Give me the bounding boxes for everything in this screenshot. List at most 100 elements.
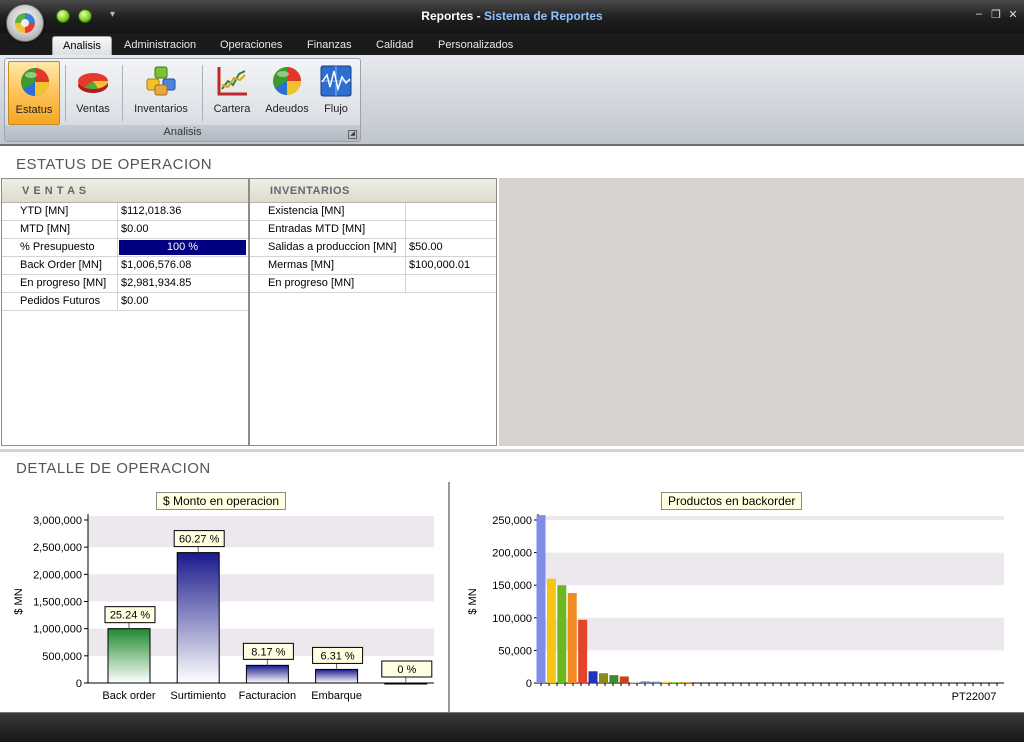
ventas-row-label: YTD [MN] [2,203,118,220]
bar [107,628,151,684]
bar [619,676,629,683]
status-section-title: ESTATUS DE OPERACION [16,156,213,173]
close-button[interactable]: ✕ [1006,8,1020,21]
backorder-chart: 0 50,000 100,000 150,000 200,000 250,000 $ MN P… [467,514,1004,703]
data-label: 8.17 % [251,646,285,658]
cartera-button[interactable]: Cartera [208,61,256,125]
grid-band [538,552,1004,586]
ventas-row-label: % Presupuesto [2,239,118,256]
adeudos-button[interactable]: Adeudos [262,61,312,125]
y-tick-label: 0 [76,678,82,690]
bar [245,664,289,684]
x-tick-label: Facturacion [239,690,296,702]
pie-chart-icon [78,73,108,93]
x-tick-label: Back order [102,690,156,702]
ribbon-separator [202,65,203,121]
restore-button[interactable]: ❐ [989,8,1003,21]
inventarios-header: INVENTARIOS [250,179,496,203]
app-subtitle: Sistema de Reportes [483,9,603,23]
bar [598,673,608,683]
bar [671,682,681,684]
y-tick-label: 0 [526,678,532,690]
ventas-row-value: $0.00 [121,295,149,307]
ventas-row-label: En progreso [MN] [2,275,118,292]
data-label: 60.27 % [179,534,220,546]
ventas-row: Back Order [MN] $1,006,576.08 [2,257,248,275]
ribbon: Estatus Ventas Inventarios Cartera Adeud… [0,55,1024,146]
inventarios-row-label: Salidas a produccion [MN] [250,239,406,256]
data-label: 0 % [397,664,416,676]
bar [630,681,640,683]
grid-band [88,520,434,548]
grid-band [538,617,1004,651]
y-axis-title: $ MN [467,588,479,614]
y-tick-label: 150,000 [492,580,532,592]
tab-operaciones[interactable]: Operaciones [210,36,292,55]
window-title: Reportes - Sistema de Reportes [0,9,1024,23]
tab-analisis[interactable]: Analisis [52,36,112,55]
y-tick-label: 3,000,000 [33,515,82,527]
bar [609,675,619,683]
bar [682,682,692,684]
inventarios-row-value: $50.00 [409,241,443,253]
dialog-launcher-icon[interactable]: ◢ [348,130,357,139]
ventas-row-value: $2,981,934.85 [121,277,192,289]
inventarios-row: Existencia [MN] [250,203,496,221]
grid-band [88,516,434,520]
flujo-button[interactable]: Flujo [316,61,356,125]
ribbon-tab-bar: Analisis Administracion Operaciones Fina… [0,33,1024,55]
bar [546,578,556,683]
tab-administracion[interactable]: Administracion [114,36,206,55]
ventas-row-value: $1,006,576.08 [121,259,192,271]
minimize-button[interactable]: – [972,8,986,20]
title-bar: ▾ Reportes - Sistema de Reportes – ❐ ✕ [0,0,1024,33]
inventarios-row-value [406,221,496,238]
section-divider [0,449,1024,452]
x-tick-label: Embarque [311,690,362,702]
inventarios-row-value [406,275,496,292]
tab-calidad[interactable]: Calidad [366,36,423,55]
flujo-label: Flujo [324,103,348,115]
y-tick-label: 100,000 [492,613,532,625]
inventarios-row-label: Entradas MTD [MN] [250,221,406,238]
inventarios-row-label: En progreso [MN] [250,275,406,292]
adeudos-label: Adeudos [265,103,309,115]
estatus-button[interactable]: Estatus [8,61,60,125]
inventarios-row: Salidas a produccion [MN] $50.00 [250,239,496,257]
inventarios-row: Entradas MTD [MN] [250,221,496,239]
ventas-row-value: $0.00 [121,223,149,235]
pie-globe-icon [273,67,301,95]
ventas-row: MTD [MN] $0.00 [2,221,248,239]
bar [176,552,220,684]
ventas-row: % Presupuesto 100 % [2,239,248,257]
bar [651,681,661,683]
ribbon-group-label: Analisis [5,125,360,141]
backorder-chart-panel: Productos en backorder 0 50,000 100,000 150… [450,482,1024,712]
bar [661,681,671,683]
data-label: 6.31 % [320,650,354,662]
app-name: Reportes [421,9,474,23]
budget-progress-bar: 100 % [119,240,246,255]
y-tick-label: 2,500,000 [33,542,82,554]
bar [567,593,577,683]
application-menu-button[interactable] [6,4,44,42]
inventarios-button[interactable]: Inventarios [129,61,193,125]
inventarios-panel: INVENTARIOS Existencia [MN] Entradas MTD… [249,178,497,446]
tab-finanzas[interactable]: Finanzas [297,36,362,55]
ventas-row: YTD [MN] $112,018.36 [2,203,248,221]
y-tick-label: 250,000 [492,515,532,527]
ventas-label: Ventas [76,103,110,115]
pie-globe-icon [21,68,49,96]
inventarios-row-label: Mermas [MN] [250,257,406,274]
grid-band [538,516,1004,520]
title-separator: - [473,9,484,23]
inventarios-row: En progreso [MN] [250,275,496,293]
tab-personalizados[interactable]: Personalizados [428,36,523,55]
y-tick-label: 1,500,000 [33,597,82,609]
y-tick-label: 500,000 [42,651,82,663]
ventas-row-value: $112,018.36 [121,205,182,217]
inventarios-label: Inventarios [134,103,188,115]
ventas-button[interactable]: Ventas [69,61,117,125]
y-tick-label: 50,000 [498,645,532,657]
empty-panel [499,178,1024,446]
